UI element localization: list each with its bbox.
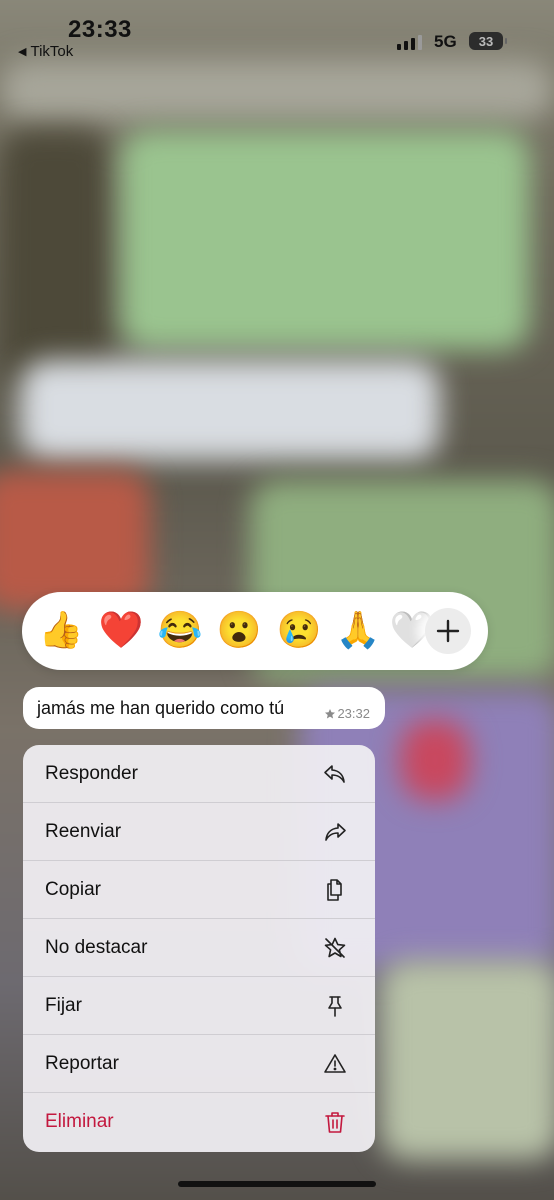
forward-icon — [325, 823, 346, 841]
reply-icon — [324, 765, 345, 783]
back-triangle-icon: ◀ — [18, 46, 27, 58]
warning-icon — [324, 1054, 346, 1073]
menu-item-label: Reportar — [45, 1053, 119, 1074]
menu-item-copiar[interactable]: Copiar — [23, 861, 375, 919]
reaction-praying-hands[interactable]: 🙏 — [335, 608, 381, 652]
network-type: 5G — [434, 32, 457, 51]
star-icon — [325, 708, 336, 718]
menu-item-label: No destacar — [45, 937, 148, 958]
reaction-laughing[interactable]: 😂 — [157, 608, 203, 652]
plus-icon — [436, 619, 460, 643]
menu-item-reportar[interactable]: Reportar — [23, 1035, 375, 1093]
reaction-heart[interactable]: ❤️ — [98, 608, 144, 652]
message-time: 23:32 — [337, 706, 370, 721]
menu-item-fijar[interactable]: Fijar — [23, 977, 375, 1035]
menu-item-reenviar[interactable]: Reenviar — [23, 803, 375, 861]
unstar-icon — [324, 937, 346, 958]
back-to-app-button[interactable]: ◀ TikTok — [18, 43, 73, 60]
signal-icon — [397, 34, 422, 50]
message-meta: 23:32 — [324, 706, 370, 721]
more-reactions-button[interactable] — [425, 608, 471, 654]
reaction-surprised[interactable]: 😮 — [216, 608, 262, 652]
trash-icon — [325, 1112, 345, 1133]
message-text: jamás me han querido como tú — [37, 698, 285, 718]
context-menu: Responder Reenviar Copiar No destacar Fi… — [23, 745, 375, 1152]
battery-icon: 33 — [469, 32, 507, 50]
menu-item-label: Fijar — [45, 995, 82, 1016]
reaction-crying[interactable]: 😢 — [276, 608, 322, 652]
battery-level: 33 — [478, 33, 494, 49]
message-bubble: jamás me han querido como tú 23:32 — [23, 687, 385, 729]
menu-item-label: Copiar — [45, 879, 101, 900]
menu-item-responder[interactable]: Responder — [23, 745, 375, 803]
menu-item-eliminar[interactable]: Eliminar — [23, 1093, 375, 1151]
menu-item-label: Eliminar — [45, 1111, 114, 1132]
menu-item-label: Responder — [45, 763, 138, 784]
back-app-label: TikTok — [30, 43, 74, 60]
pin-icon — [328, 996, 342, 1017]
copy-icon — [327, 879, 342, 901]
status-bar: 23:33 ◀ TikTok 5G 33 — [0, 0, 554, 70]
reaction-thumbs-up[interactable]: 👍 — [38, 608, 84, 652]
reaction-bar: 👍 ❤️ 😂 😮 😢 🙏 🤍 — [22, 592, 488, 670]
menu-item-label: Reenviar — [45, 821, 122, 842]
status-time: 23:33 — [68, 16, 132, 43]
menu-item-no-destacar[interactable]: No destacar — [23, 919, 375, 977]
home-indicator[interactable] — [178, 1181, 376, 1187]
